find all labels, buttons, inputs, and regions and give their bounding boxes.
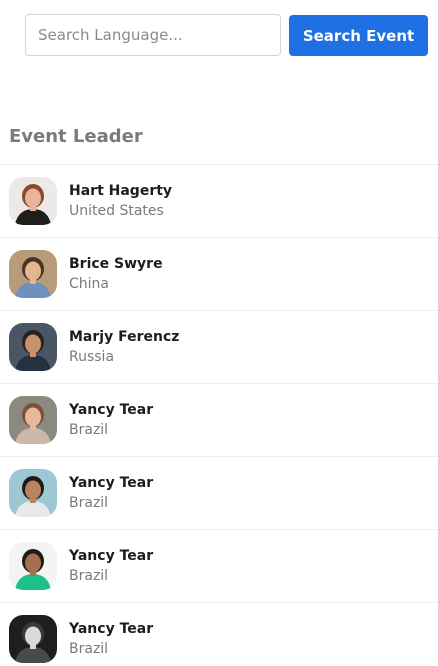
event-leader-list: Hart Hagerty United States Brice Swyre Chin…: [0, 164, 438, 666]
leader-name: Yancy Tear: [69, 547, 154, 564]
leader-country: Brazil: [69, 640, 109, 657]
avatar: [9, 250, 57, 298]
avatar: [9, 469, 57, 517]
leader-info: Yancy Tear Brazil: [69, 548, 153, 585]
leader-country: China: [69, 275, 109, 292]
leader-name: Yancy Tear: [69, 401, 154, 418]
leader-name: Hart Hagerty: [69, 182, 173, 199]
leader-name: Brice Swyre: [69, 255, 163, 272]
search-event-button[interactable]: Search Event: [289, 15, 428, 56]
leader-info: Yancy Tear Brazil: [69, 475, 153, 512]
person-photo-icon: [9, 469, 57, 517]
leader-info: Marjy Ferencz Russia: [69, 329, 179, 366]
leader-list-item[interactable]: Yancy Tear Brazil: [0, 384, 438, 457]
leader-list-item[interactable]: Yancy Tear Brazil: [0, 603, 438, 666]
leader-name: Yancy Tear: [69, 474, 154, 491]
leader-list-item[interactable]: Marjy Ferencz Russia: [0, 311, 438, 384]
search-bar: Search Event: [25, 14, 428, 56]
avatar: [9, 323, 57, 371]
leader-name: Yancy Tear: [69, 620, 154, 637]
leader-country: Brazil: [69, 421, 109, 438]
leader-name: Marjy Ferencz: [69, 328, 180, 345]
leader-list-item[interactable]: Yancy Tear Brazil: [0, 530, 438, 603]
leader-list-item[interactable]: Yancy Tear Brazil: [0, 457, 438, 530]
avatar: [9, 396, 57, 444]
person-photo-icon: [9, 542, 57, 590]
person-photo-icon: [9, 177, 57, 225]
leader-country: United States: [69, 202, 164, 219]
avatar: [9, 615, 57, 663]
person-photo-icon: [9, 396, 57, 444]
person-photo-icon: [9, 615, 57, 663]
leader-list-item[interactable]: Brice Swyre China: [0, 238, 438, 311]
leader-info: Yancy Tear Brazil: [69, 402, 153, 439]
person-photo-icon: [9, 323, 57, 371]
search-language-input[interactable]: [25, 14, 281, 56]
leader-info: Brice Swyre China: [69, 256, 163, 293]
leader-info: Yancy Tear Brazil: [69, 621, 153, 658]
person-photo-icon: [9, 250, 57, 298]
leader-country: Russia: [69, 348, 115, 365]
avatar: [9, 177, 57, 225]
leader-info: Hart Hagerty United States: [69, 183, 172, 220]
leader-country: Brazil: [69, 494, 109, 511]
leader-country: Brazil: [69, 567, 109, 584]
avatar: [9, 542, 57, 590]
leader-list-item[interactable]: Hart Hagerty United States: [0, 165, 438, 238]
section-title: Event Leader: [9, 126, 143, 147]
